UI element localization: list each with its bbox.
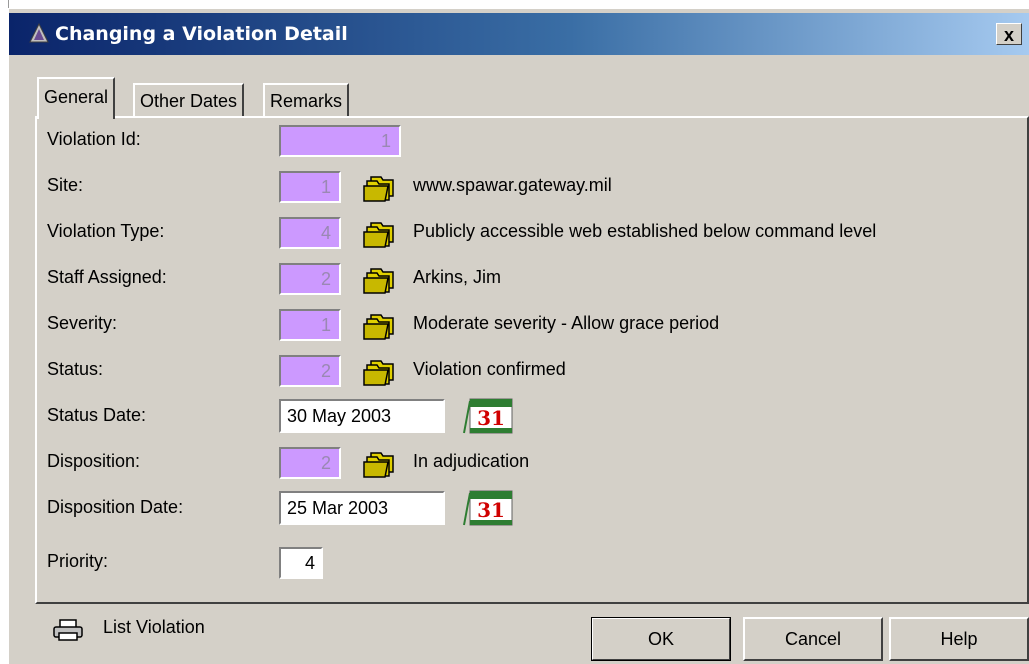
dialog-window: Changing a Violation Detail x General Ot… <box>8 8 1029 664</box>
cancel-button[interactable]: Cancel <box>743 617 883 661</box>
disposition-label: Disposition: <box>47 451 141 471</box>
status-lookup-folder-icon[interactable] <box>363 359 395 387</box>
disposition-code-field[interactable]: 2 <box>279 447 341 479</box>
ok-button[interactable]: OK <box>591 617 731 661</box>
violation-type-description: Publicly accessible web established belo… <box>413 221 877 241</box>
app-icon <box>29 23 49 43</box>
site-label: Site: <box>47 175 84 195</box>
printer-icon <box>53 619 83 641</box>
status-date-calendar-day: 31 <box>477 406 505 430</box>
priority-label: Priority: <box>47 551 109 571</box>
severity-code-field[interactable]: 1 <box>279 309 341 341</box>
tab-remarks-label: Remarks <box>270 91 343 111</box>
tab-other-dates-label: Other Dates <box>140 91 238 111</box>
status-date-label: Status Date: <box>47 405 147 425</box>
disposition-date-input[interactable]: 25 Mar 2003 <box>279 491 445 525</box>
close-icon: x <box>1003 25 1014 45</box>
help-button[interactable]: Help <box>889 617 1029 661</box>
staff-assigned-description: Arkins, Jim <box>413 267 502 287</box>
disposition-date-label: Disposition Date: <box>47 497 184 517</box>
violation-type-label: Violation Type: <box>47 221 165 241</box>
disposition-date-calendar-icon[interactable]: 31 <box>462 489 514 527</box>
window-title: Changing a Violation Detail <box>55 23 348 45</box>
tab-remarks[interactable]: Remarks <box>263 83 350 117</box>
tab-other-dates[interactable]: Other Dates <box>133 83 245 117</box>
violation-id-label: Violation Id: <box>47 129 141 149</box>
close-button[interactable]: x <box>996 23 1022 45</box>
list-violation-label: List Violation <box>103 617 205 637</box>
desktop-background <box>0 0 1029 8</box>
violation-id-field: 1 <box>279 125 401 157</box>
disposition-description: In adjudication <box>413 451 530 471</box>
status-label: Status: <box>47 359 104 379</box>
violation-type-lookup-folder-icon[interactable] <box>363 221 395 249</box>
disposition-date-calendar-day: 31 <box>477 498 505 522</box>
severity-description: Moderate severity - Allow grace period <box>413 313 720 333</box>
status-code-field[interactable]: 2 <box>279 355 341 387</box>
title-bar[interactable]: Changing a Violation Detail x <box>9 13 1029 55</box>
severity-lookup-folder-icon[interactable] <box>363 313 395 341</box>
status-description: Violation confirmed <box>413 359 566 379</box>
priority-input[interactable]: 4 <box>279 547 323 579</box>
violation-type-code-field[interactable]: 4 <box>279 217 341 249</box>
severity-label: Severity: <box>47 313 118 333</box>
tab-general-label: General <box>44 87 109 107</box>
status-date-input[interactable]: 30 May 2003 <box>279 399 445 433</box>
staff-assigned-label: Staff Assigned: <box>47 267 167 287</box>
staff-assigned-code-field[interactable]: 2 <box>279 263 341 295</box>
site-lookup-folder-icon[interactable] <box>363 175 395 203</box>
site-description: www.spawar.gateway.mil <box>413 175 612 195</box>
staff-lookup-folder-icon[interactable] <box>363 267 395 295</box>
disposition-lookup-folder-icon[interactable] <box>363 451 395 479</box>
site-code-field[interactable]: 1 <box>279 171 341 203</box>
tab-general[interactable]: General <box>37 77 116 119</box>
status-date-calendar-icon[interactable]: 31 <box>462 397 514 435</box>
